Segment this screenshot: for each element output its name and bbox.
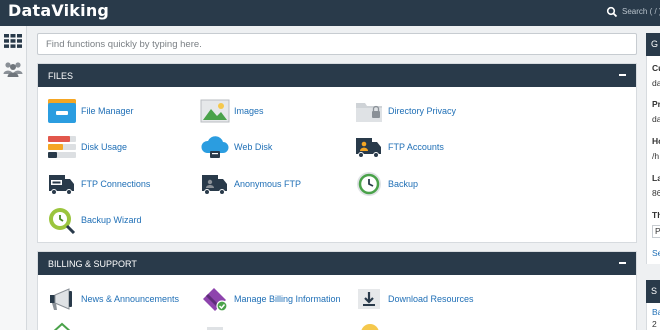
info-label-primary-domain: Pr (652, 99, 660, 109)
web-disk-icon (199, 132, 231, 162)
ftp-connections-label: FTP Connections (81, 179, 151, 189)
files-panel-header[interactable]: FILES (38, 64, 636, 87)
file-manager-label: File Manager (81, 106, 134, 116)
function-search-input[interactable] (37, 33, 637, 55)
tools-grid-button[interactable] (3, 31, 23, 51)
download-resources-link[interactable]: Download Resources (353, 284, 474, 314)
brand-logo[interactable]: DataViking (8, 1, 109, 20)
file-manager-link[interactable]: File Manager (46, 96, 134, 126)
manage-billing-link[interactable]: Manage Billing Information (199, 284, 341, 314)
general-info-header: G (646, 33, 660, 56)
files-panel: FILES File Manager Images Directory Priv… (37, 63, 637, 243)
download-icon (353, 284, 385, 314)
stats-box: Ba 2 (646, 303, 660, 330)
files-panel-title: FILES (48, 70, 74, 81)
backup-wizard-label: Backup Wizard (81, 215, 142, 225)
top-search-hint[interactable]: Search ( / ) (622, 7, 660, 16)
info-label-last-login: La (652, 173, 660, 183)
ftp-accounts-link[interactable]: FTP Accounts (353, 132, 444, 162)
stats-header: S (646, 280, 660, 303)
search-icon[interactable] (606, 6, 618, 18)
web-disk-link[interactable]: Web Disk (199, 132, 272, 162)
backup-wizard-icon (46, 205, 78, 235)
megaphone-icon (46, 284, 78, 314)
help-icon (358, 320, 382, 330)
backup-link[interactable]: Backup (353, 169, 418, 199)
ftp-connections-icon (46, 169, 78, 199)
backup-icon (353, 169, 385, 199)
stats-item-label[interactable]: Ba (652, 307, 660, 317)
directory-privacy-label: Directory Privacy (388, 106, 457, 116)
images-label: Images (234, 106, 264, 116)
billing-card-icon (199, 284, 231, 314)
disk-usage-link[interactable]: Disk Usage (46, 132, 127, 162)
users-icon (3, 62, 23, 77)
billing-panel-header[interactable]: BILLING & SUPPORT (38, 252, 636, 275)
ftp-accounts-icon (353, 132, 385, 162)
house-icon (50, 320, 74, 330)
disk-usage-icon (46, 132, 78, 162)
file-manager-icon (46, 96, 78, 126)
top-navigation-bar: DataViking Search ( / ) (0, 0, 660, 26)
news-announcements-link[interactable]: News & Announcements (46, 284, 179, 314)
images-icon (199, 96, 231, 126)
document-icon (203, 322, 227, 330)
theme-select[interactable]: P (652, 225, 660, 238)
info-value-current-user: da (652, 78, 660, 88)
anonymous-ftp-link[interactable]: Anonymous FTP (199, 169, 301, 199)
backup-label: Backup (388, 179, 419, 189)
backup-wizard-link[interactable]: Backup Wizard (46, 205, 142, 235)
stats-item-value: 2 (652, 319, 657, 329)
anonymous-ftp-icon (199, 169, 231, 199)
billing-support-panel: BILLING & SUPPORT News & Announcements M… (37, 251, 637, 330)
info-value-last-login: 86 (652, 188, 660, 198)
directory-privacy-icon (353, 96, 385, 126)
web-disk-label: Web Disk (234, 142, 273, 152)
images-link[interactable]: Images (199, 96, 264, 126)
ftp-connections-link[interactable]: FTP Connections (46, 169, 150, 199)
info-value-primary-domain: da (652, 114, 660, 124)
info-value-home-directory: /h (652, 151, 660, 161)
grid-icon (4, 34, 22, 48)
info-label-current-user: Cu (652, 63, 660, 73)
manage-billing-label: Manage Billing Information (234, 294, 341, 304)
directory-privacy-link[interactable]: Directory Privacy (353, 96, 456, 126)
sidebar (0, 26, 27, 330)
collapse-files-button[interactable] (619, 74, 626, 76)
general-info-column: G Cu da Pr da Ho /h La 86 Th P Se S Ba 2 (646, 33, 660, 330)
users-button[interactable] (3, 59, 23, 79)
info-label-home-directory: Ho (652, 136, 660, 146)
server-info-link[interactable]: Se (652, 248, 660, 258)
download-resources-label: Download Resources (388, 294, 474, 304)
ftp-accounts-label: FTP Accounts (388, 142, 444, 152)
news-announcements-label: News & Announcements (81, 294, 180, 304)
info-label-theme: Th (652, 210, 660, 220)
general-info-box: Cu da Pr da Ho /h La 86 Th P Se (646, 56, 660, 264)
collapse-billing-button[interactable] (619, 262, 626, 264)
billing-panel-title: BILLING & SUPPORT (48, 258, 137, 269)
anonymous-ftp-label: Anonymous FTP (234, 179, 302, 189)
disk-usage-label: Disk Usage (81, 142, 128, 152)
